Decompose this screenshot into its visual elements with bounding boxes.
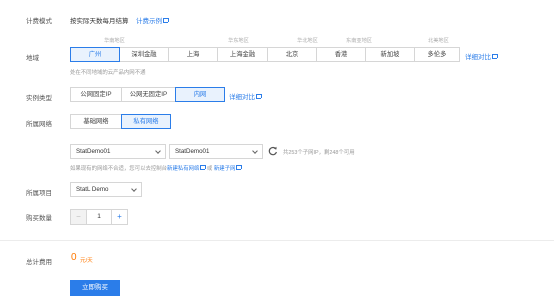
- chevron-down-icon: [131, 186, 137, 192]
- region-group-north: 华北地区: [297, 38, 318, 44]
- subnet-select[interactable]: StatDemo01: [169, 144, 263, 159]
- region-group-north-america: 北美地区: [428, 38, 449, 44]
- total-unit: 元/天: [80, 258, 93, 264]
- vpc-select[interactable]: StatDemo01: [70, 144, 166, 159]
- external-link-icon: [256, 93, 262, 99]
- refresh-icon[interactable]: [268, 146, 278, 156]
- instance-option-public-fixed-ip[interactable]: 公网固定IP: [70, 87, 122, 102]
- region-group-east: 华东地区: [228, 38, 249, 44]
- billing-example-link[interactable]: 计费示例: [136, 15, 169, 25]
- network-option-basic[interactable]: 基础网络: [70, 114, 122, 129]
- quantity-stepper: − 1 +: [70, 209, 128, 225]
- region-option-shanghai-finance[interactable]: 上海金融: [217, 47, 268, 62]
- instance-compare-link[interactable]: 详细对比: [229, 91, 262, 101]
- external-link-icon: [236, 164, 242, 170]
- project-select[interactable]: StatL Demo: [70, 182, 142, 197]
- new-subnet-link[interactable]: 新建子网: [214, 164, 242, 172]
- region-option-shenzhen-finance[interactable]: 深圳金融: [119, 47, 169, 62]
- quantity-plus-button[interactable]: +: [111, 210, 127, 224]
- region-option-singapore[interactable]: 新加坡: [365, 47, 415, 62]
- chevron-down-icon: [252, 148, 258, 154]
- region-group-southeast-asia: 东南亚地区: [346, 38, 372, 44]
- quantity-label: 购买数量: [26, 215, 52, 222]
- region-group-south: 华南地区: [104, 38, 125, 44]
- instance-option-private[interactable]: 内网: [175, 87, 225, 102]
- external-link-icon: [200, 164, 206, 170]
- network-label: 所属网络: [26, 121, 52, 128]
- region-label: 地域: [26, 55, 39, 62]
- region-hint: 处在不同地域的云产品内网不通: [70, 70, 146, 76]
- region-option-hongkong[interactable]: 香港: [316, 47, 366, 62]
- region-option-beijing[interactable]: 北京: [267, 47, 317, 62]
- total-amount: 0: [71, 252, 77, 263]
- instance-type-label: 实例类型: [26, 95, 52, 102]
- billing-label: 计费模式: [26, 18, 52, 25]
- section-divider: [0, 240, 554, 241]
- instance-option-public-no-fixed-ip[interactable]: 公网无固定IP: [121, 87, 176, 102]
- region-option-shanghai[interactable]: 上海: [168, 47, 218, 62]
- subnet-info: 共253个子网IP，剩248个可用: [283, 150, 355, 156]
- region-compare-link[interactable]: 详细对比: [465, 51, 498, 61]
- new-vpc-link[interactable]: 新建私有网络: [167, 164, 206, 172]
- project-label: 所属项目: [26, 190, 52, 197]
- region-option-guangzhou[interactable]: 广州: [70, 47, 120, 62]
- buy-now-button[interactable]: 立即购买: [70, 280, 120, 296]
- quantity-minus-button[interactable]: −: [71, 210, 87, 224]
- network-hint: 如果现有的网络不合适，您可以去控制台新建私有网络 或 新建子网: [70, 164, 242, 172]
- billing-value: 按实际天数每月结算: [70, 18, 129, 25]
- chevron-down-icon: [155, 148, 161, 154]
- total-label: 总计费用: [26, 259, 52, 266]
- external-link-icon: [163, 17, 169, 23]
- network-option-vpc[interactable]: 私有网络: [121, 114, 171, 129]
- quantity-value[interactable]: 1: [87, 210, 111, 224]
- external-link-icon: [492, 53, 498, 59]
- region-option-toronto[interactable]: 多伦多: [414, 47, 460, 62]
